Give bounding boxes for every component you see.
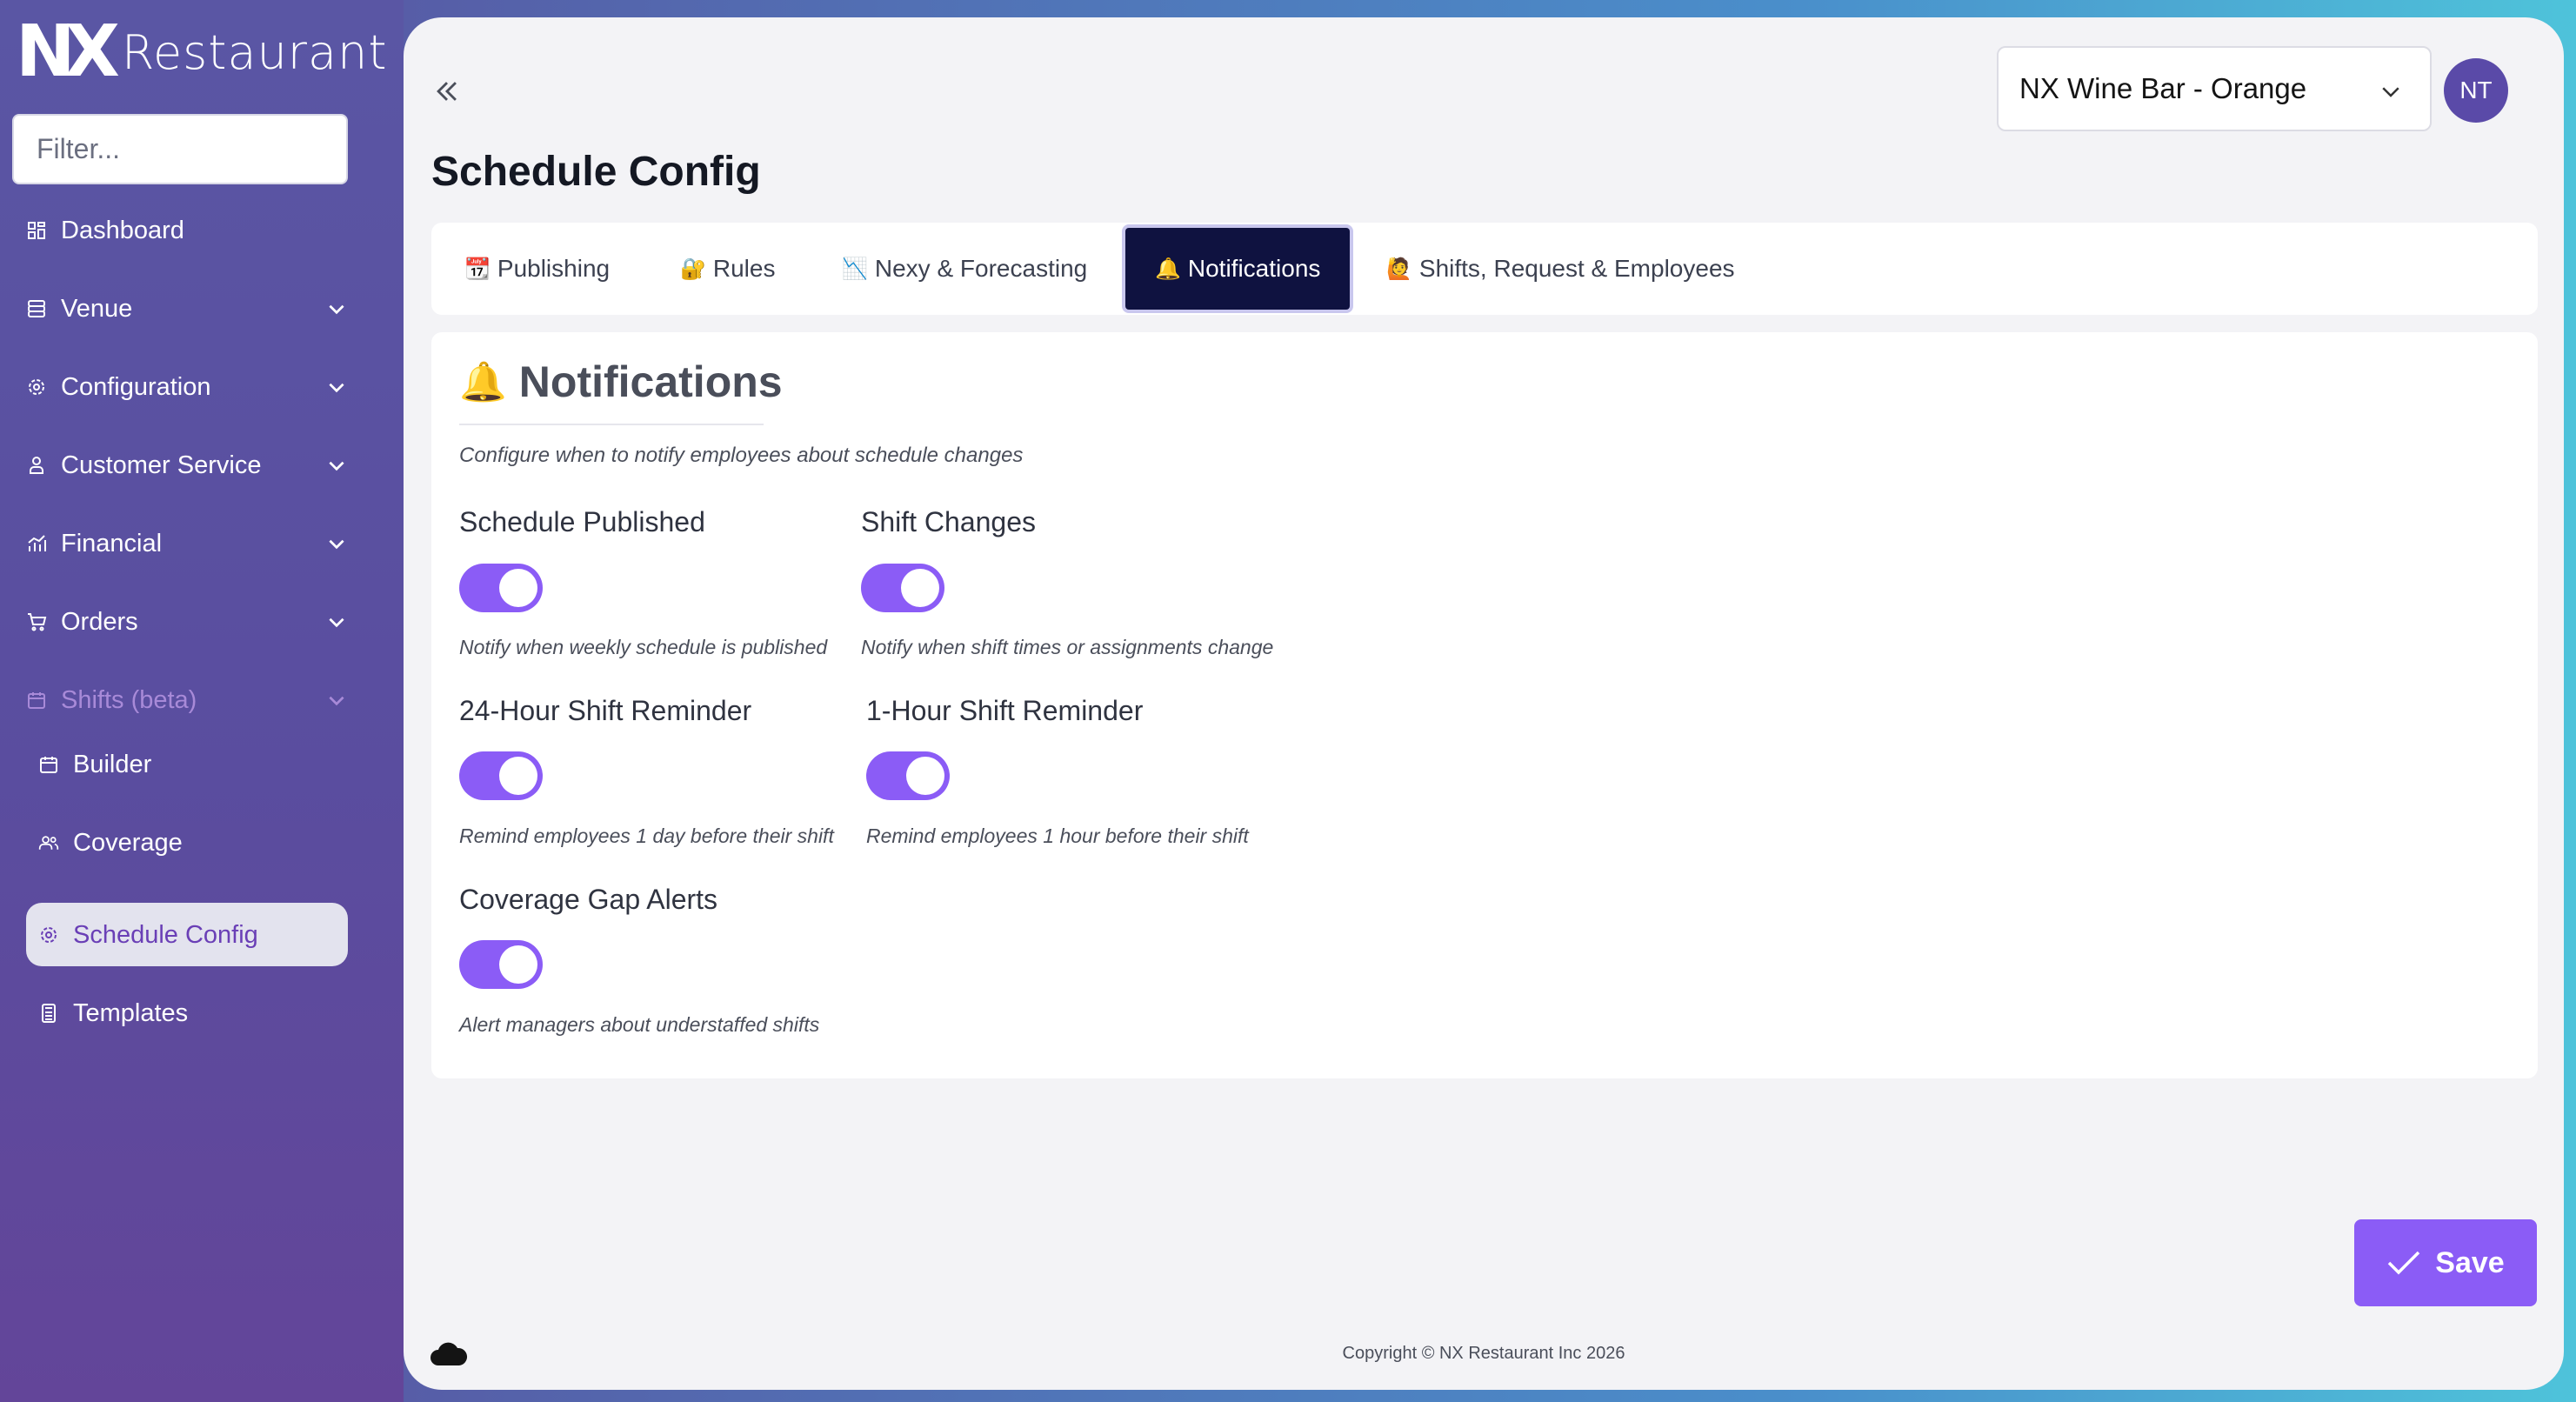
sidebar-item-venue[interactable]: Venue — [26, 287, 374, 330]
config-tabs: 📆 Publishing 🔐 Rules 📉 Nexy & Forecastin… — [431, 223, 2538, 315]
sidebar-item-label: Orders — [61, 607, 138, 636]
chart-icon — [26, 533, 47, 554]
sidebar-item-label: Shifts (beta) — [61, 685, 197, 714]
avatar[interactable]: NT — [2444, 58, 2508, 123]
sidebar-item-orders[interactable]: Orders — [26, 600, 374, 644]
coverage-gap-toggle[interactable] — [459, 940, 543, 989]
chevron-down-icon[interactable] — [325, 611, 348, 633]
save-button[interactable]: Save — [2354, 1219, 2537, 1306]
chevron-down-icon[interactable] — [325, 532, 348, 555]
reminder-24h-toggle[interactable] — [459, 751, 543, 800]
sidebar-item-label: Coverage — [73, 828, 183, 857]
schedule-published-description: Notify when weekly schedule is published — [459, 636, 828, 658]
coverage-gap-description: Alert managers about understaffed shifts — [459, 1013, 820, 1036]
users-icon — [38, 832, 59, 853]
brand-logo-mark: NX — [16, 10, 120, 93]
save-button-label: Save — [2435, 1245, 2505, 1279]
main-content: NX Wine Bar - Orange NT Schedule Config … — [404, 17, 2564, 1390]
brand-name: Restaurant — [121, 24, 388, 80]
shift-changes-toggle[interactable] — [861, 564, 944, 612]
sidebar-item-label: Templates — [73, 998, 189, 1027]
tab-rules[interactable]: 🔐 Rules — [680, 223, 775, 315]
chevron-down-icon — [2382, 87, 2399, 97]
venue-select-value: NX Wine Bar - Orange — [2019, 72, 2307, 104]
cart-icon — [26, 611, 47, 632]
chevron-down-icon[interactable] — [325, 376, 348, 398]
sidebar-item-builder[interactable]: Builder — [38, 743, 386, 786]
reminder-1h-label: 1-Hour Shift Reminder — [866, 695, 1144, 726]
dashboard-grid-icon — [26, 220, 47, 241]
toggle-knob — [499, 569, 537, 607]
gear-icon — [38, 925, 59, 945]
reminder-24h-label: 24-Hour Shift Reminder — [459, 695, 752, 726]
chevron-down-icon[interactable] — [325, 689, 348, 711]
toggle-knob — [906, 757, 944, 795]
reminder-1h-description: Remind employees 1 hour before their shi… — [866, 825, 1249, 847]
tab-label: Rules — [712, 255, 776, 282]
page-title: Schedule Config — [431, 149, 761, 195]
tab-publishing[interactable]: 📆 Publishing — [464, 223, 610, 315]
sidebar-item-label: Schedule Config — [73, 920, 258, 949]
chevron-down-icon[interactable] — [325, 454, 348, 477]
bell-icon: 🔔 — [459, 360, 507, 404]
toggle-knob — [901, 569, 939, 607]
sidebar-item-customer-service[interactable]: Customer Service — [26, 444, 374, 487]
schedule-published-toggle[interactable] — [459, 564, 543, 612]
calendar-icon: 📆 — [464, 257, 491, 281]
sidebar-item-financial[interactable]: Financial — [26, 522, 374, 565]
calculator-icon — [38, 1003, 59, 1024]
shift-changes-label: Shift Changes — [861, 506, 1037, 537]
chart-down-icon: 📉 — [842, 257, 868, 281]
tab-nexy-forecasting[interactable]: 📉 Nexy & Forecasting — [842, 223, 1087, 315]
schedule-published-label: Schedule Published — [459, 506, 705, 537]
reminder-24h-description: Remind employees 1 day before their shif… — [459, 825, 834, 847]
user-support-icon — [26, 455, 47, 476]
sidebar-item-label: Configuration — [61, 372, 211, 401]
raising-hand-icon: 🙋 — [1386, 257, 1412, 281]
tab-label: Shifts, Request & Employees — [1418, 255, 1735, 282]
sidebar-item-configuration[interactable]: Configuration — [26, 365, 374, 409]
section-description: Configure when to notify employees about… — [459, 444, 1024, 467]
sidebar-item-shifts[interactable]: Shifts (beta) — [26, 678, 374, 722]
sidebar-filter-input[interactable]: Filter... — [12, 114, 348, 184]
sidebar-item-label: Builder — [73, 750, 152, 778]
tab-label: Publishing — [497, 255, 611, 282]
tab-notifications[interactable]: 🔔 Notifications — [1125, 228, 1351, 310]
calendar-icon — [26, 690, 47, 711]
bell-icon: 🔔 — [1155, 257, 1181, 281]
sidebar-item-templates[interactable]: Templates — [38, 991, 386, 1035]
tab-shifts-requests-employees[interactable]: 🙋 Shifts, Request & Employees — [1386, 223, 1735, 315]
footer-copyright: Copyright © NX Restaurant Inc 2026 — [1342, 1344, 1625, 1363]
notifications-panel: 🔔 Notifications Configure when to notify… — [431, 332, 2538, 1078]
collapse-sidebar-icon[interactable] — [432, 77, 462, 106]
reminder-1h-toggle[interactable] — [866, 751, 950, 800]
tab-label: Notifications — [1187, 255, 1321, 282]
sidebar-item-label: Customer Service — [61, 451, 262, 479]
gear-icon — [26, 377, 47, 397]
sidebar-item-dashboard[interactable]: Dashboard — [26, 209, 374, 252]
section-title-text: Notifications — [518, 357, 783, 406]
database-icon — [26, 298, 47, 319]
coverage-gap-label: Coverage Gap Alerts — [459, 884, 718, 915]
chevron-down-icon[interactable] — [325, 297, 348, 320]
toggle-knob — [499, 757, 537, 795]
sidebar-item-coverage[interactable]: Coverage — [38, 821, 386, 865]
toggle-knob — [499, 945, 537, 984]
brand-logo[interactable]: NX Restaurant — [16, 10, 388, 93]
section-title: 🔔 Notifications — [459, 357, 783, 407]
lock-icon: 🔐 — [680, 257, 706, 281]
sidebar-item-label: Dashboard — [61, 216, 184, 244]
check-icon — [2388, 1251, 2420, 1275]
shift-changes-description: Notify when shift times or assignments c… — [861, 636, 1274, 658]
tab-label: Nexy & Forecasting — [874, 255, 1088, 282]
sidebar-item-label: Financial — [61, 529, 163, 557]
sidebar: NX Restaurant Filter... Dashboard Venue … — [0, 0, 404, 1402]
calendar-icon — [38, 754, 59, 775]
venue-select[interactable]: NX Wine Bar - Orange — [1997, 46, 2432, 131]
sidebar-item-schedule-config[interactable]: Schedule Config — [38, 913, 386, 957]
section-divider — [459, 424, 764, 425]
sidebar-item-label: Venue — [61, 294, 133, 323]
